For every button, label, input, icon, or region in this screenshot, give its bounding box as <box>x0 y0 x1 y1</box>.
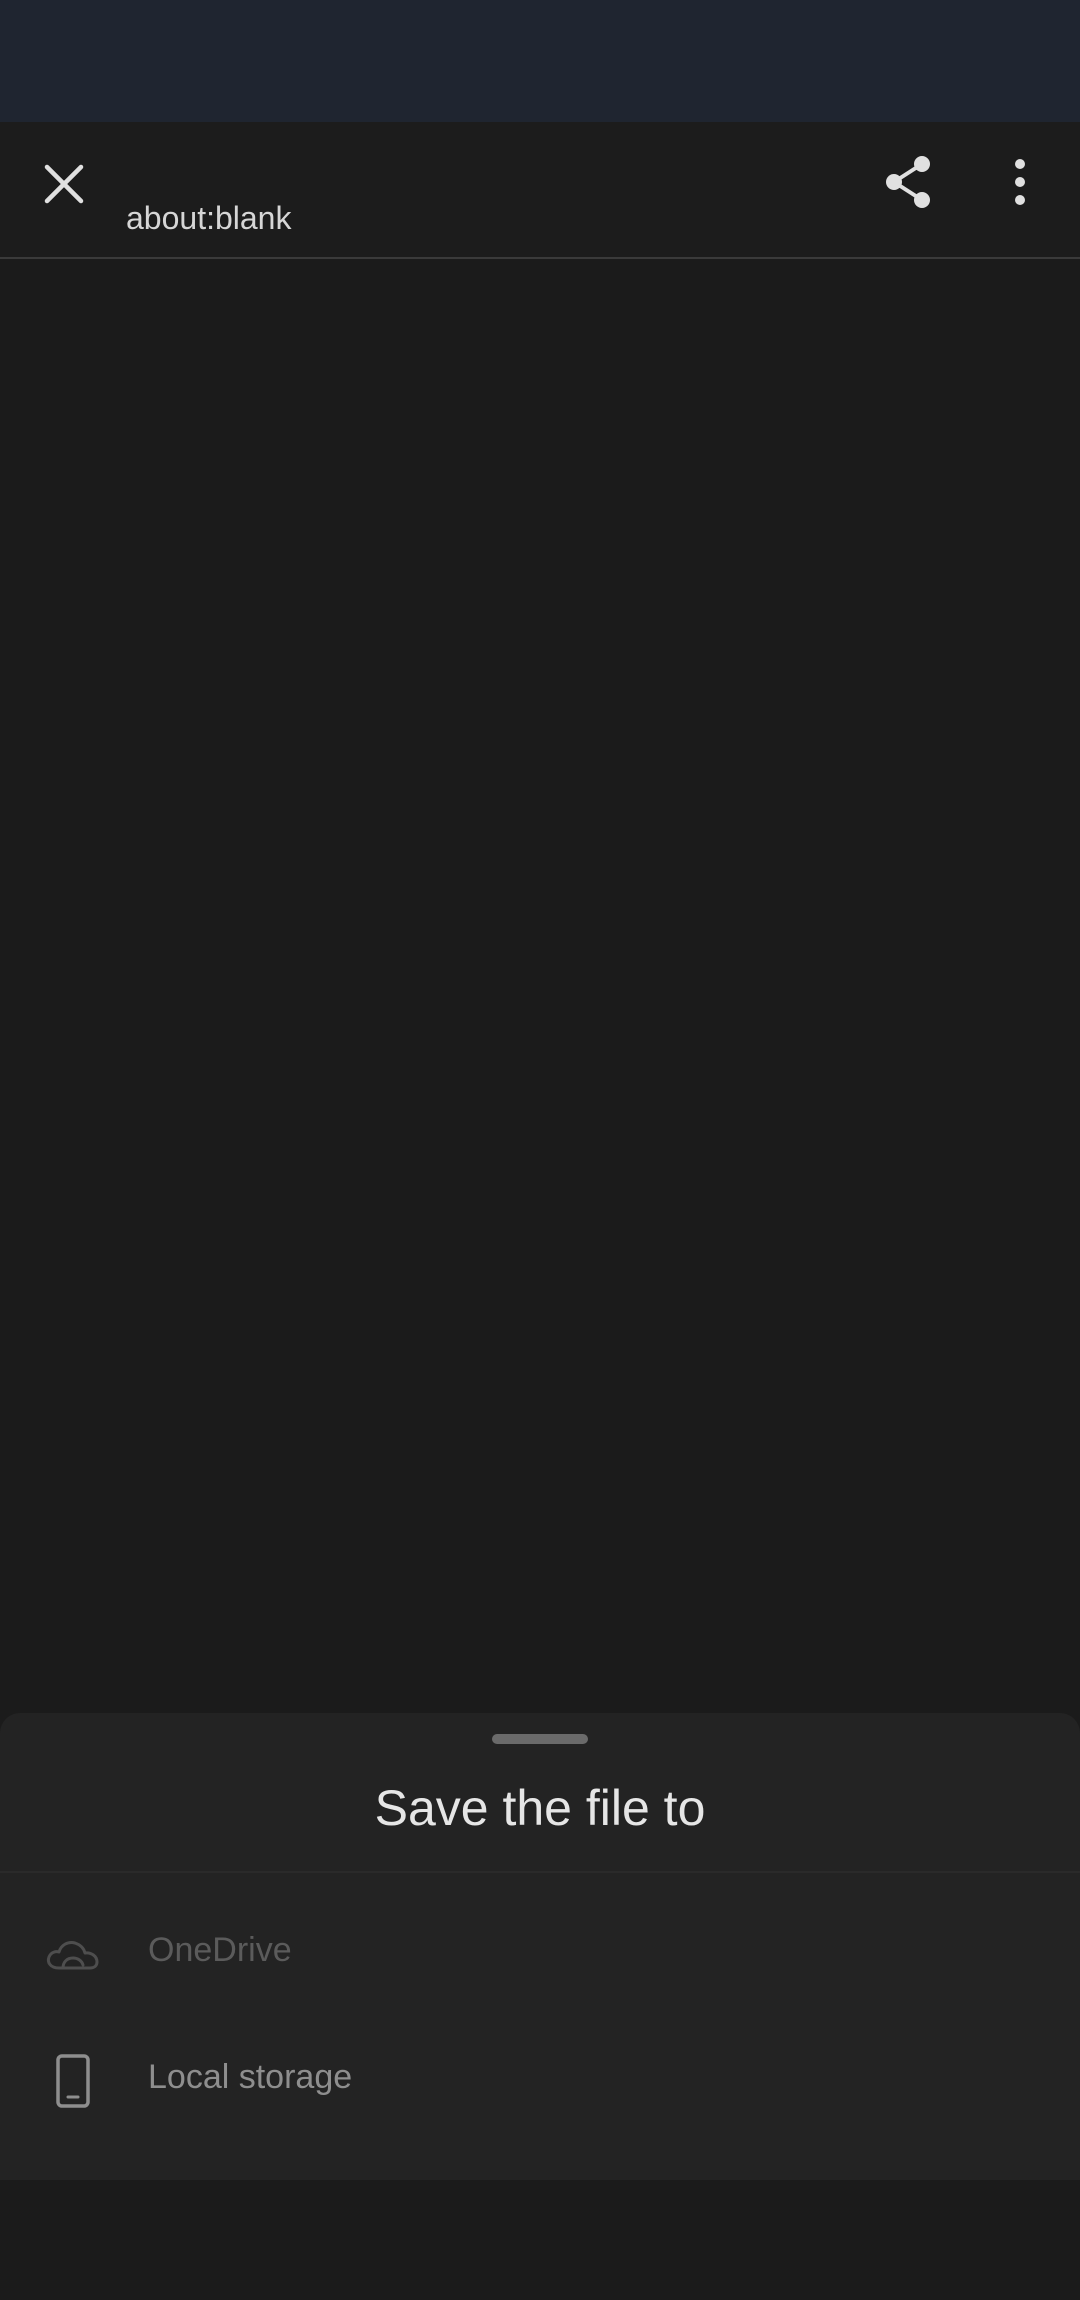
local-storage-option[interactable]: Local storage <box>0 2018 1080 2144</box>
phone-icon <box>40 2043 106 2119</box>
url-text[interactable]: about:blank <box>126 200 291 237</box>
cloud-icon <box>40 1916 106 1992</box>
share-button[interactable] <box>872 146 944 218</box>
close-button[interactable] <box>28 148 100 220</box>
onedrive-label: OneDrive <box>148 1931 292 1969</box>
more-options-button[interactable] <box>984 146 1056 218</box>
drag-handle[interactable] <box>492 1734 588 1744</box>
sheet-divider <box>0 1871 1080 1873</box>
web-content[interactable] <box>0 259 1080 1713</box>
browser-toolbar: about:blank <box>0 122 1080 259</box>
sheet-title: Save the file to <box>374 1780 706 1836</box>
status-bar <box>0 0 1080 122</box>
onedrive-option[interactable]: OneDrive <box>0 1891 1080 2017</box>
local-storage-label: Local storage <box>148 2058 353 2096</box>
more-vert-icon <box>1015 159 1025 205</box>
close-icon <box>44 164 84 204</box>
share-icon <box>886 156 930 208</box>
